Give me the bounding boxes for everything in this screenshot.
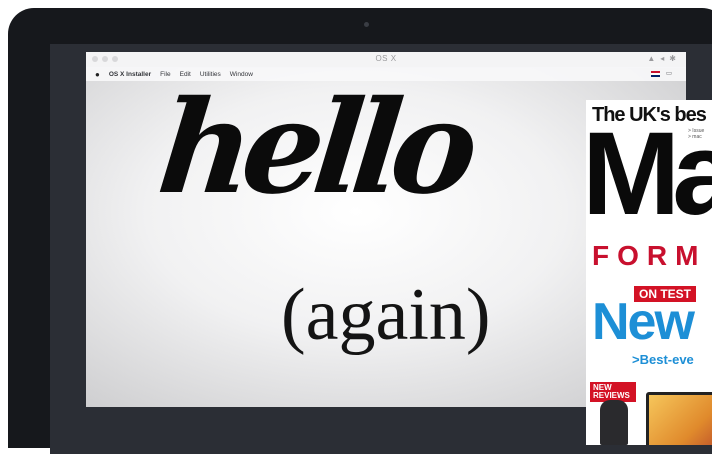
camera-icon [364, 22, 369, 27]
hello-headline: hello [152, 73, 476, 223]
apple-icon[interactable]: ● [95, 70, 100, 79]
laptop-image [646, 392, 712, 445]
titlebar-icons: ▲ ◂ ✱ [647, 54, 676, 63]
magazine-bullet: > mac [688, 134, 702, 140]
again-subline: (again) [281, 274, 491, 356]
magazine-format-word: FORM [592, 240, 707, 271]
menu-app-name[interactable]: OS X Installer [109, 71, 151, 78]
magazine-best-line: >Best-eve [632, 352, 694, 367]
magazine-bullets: > Issue > mac [688, 128, 704, 140]
speaker-image [600, 400, 628, 445]
gear-icon[interactable]: ✱ [669, 54, 676, 63]
magazine-new-headline: New [592, 293, 695, 351]
menubar-status: ▭ [650, 69, 672, 77]
flag-icon[interactable] [650, 71, 660, 77]
magazine-ontest-badge: ON TEST [634, 286, 697, 302]
magazine-reviews-badge: NEW REVIEWS [590, 382, 636, 402]
input-menu-icon[interactable]: ▭ [666, 69, 672, 77]
window-title: OS X [375, 54, 397, 63]
volume-icon[interactable]: ◂ [660, 54, 664, 63]
window-titlebar[interactable]: OS X ▲ ◂ ✱ [86, 52, 686, 68]
wifi-icon[interactable]: ▲ [647, 54, 655, 63]
magazine-cover: The UK's bes Ma > Issue > mac FORM New O… [586, 100, 712, 445]
